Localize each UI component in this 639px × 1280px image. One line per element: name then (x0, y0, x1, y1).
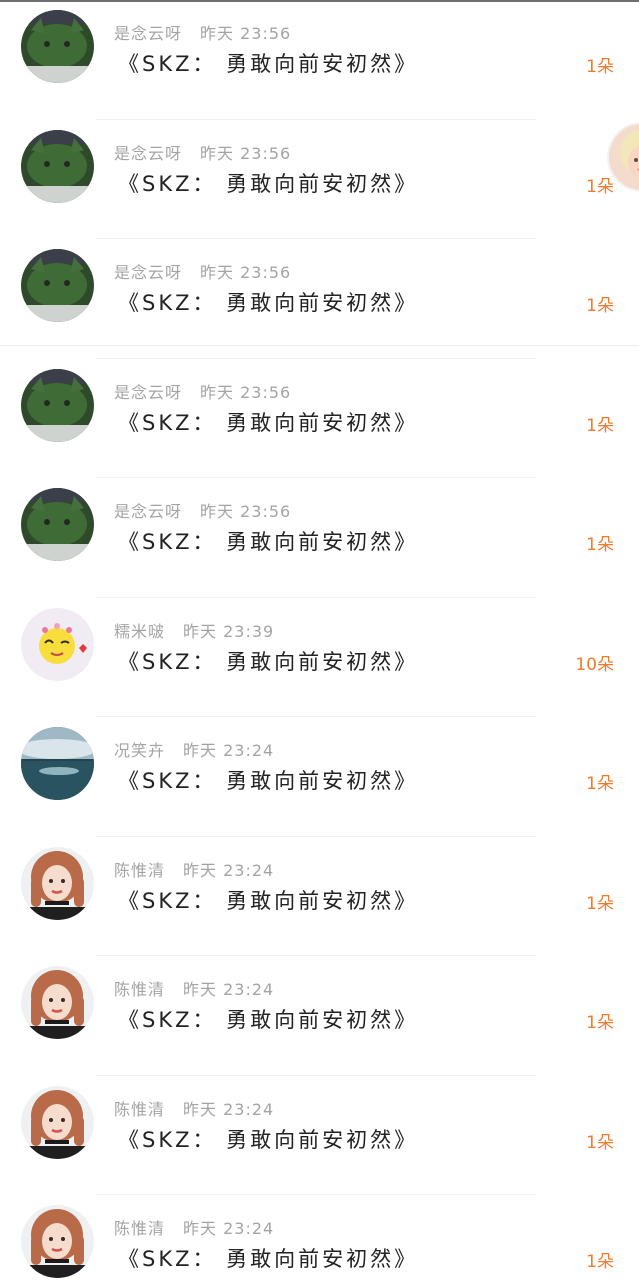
timestamp: 昨天 23:24 (183, 1219, 275, 1238)
gift-count: 1朵 (586, 415, 614, 436)
username[interactable]: 是念云呀 (114, 144, 182, 163)
message-meta: 陈惟清 昨天 23:24 (114, 1096, 274, 1120)
message-meta: 是念云呀 昨天 23:56 (114, 259, 291, 283)
wink-emoji-avatar-icon (21, 607, 94, 681)
gift-message-list[interactable]: 是念云呀 昨天 23:56 《SKZ： 勇敢向前安初然》 1朵 是念云呀 昨天 23… (0, 0, 639, 1280)
gift-count: 10朵 (575, 654, 614, 675)
avatar[interactable] (21, 129, 94, 203)
message-meta: 是念云呀 昨天 23:56 (114, 140, 291, 164)
message-text: 《SKZ： 勇敢向前安初然》 (118, 1127, 419, 1152)
green-cat-avatar-icon (21, 488, 94, 561)
avatar[interactable] (21, 488, 94, 561)
gift-count: 1朵 (586, 296, 614, 316)
username[interactable]: 是念云呀 (114, 24, 182, 43)
green-cat-avatar-icon (21, 10, 94, 83)
section-divider (0, 345, 639, 346)
username[interactable]: 是念云呀 (114, 263, 182, 282)
message-meta: 糯米啵 昨天 23:39 (114, 618, 274, 642)
timestamp: 昨天 23:24 (183, 860, 275, 880)
gift-count: 1朵 (586, 1132, 614, 1153)
gift-count: 1朵 (586, 774, 614, 794)
green-cat-avatar-icon (21, 249, 94, 322)
avatar[interactable] (21, 10, 94, 83)
message-text: 《SKZ： 勇敢向前安初然》 (118, 291, 419, 315)
avatar[interactable] (21, 966, 94, 1039)
message-text: 《SKZ： 勇敢向前安初然》 (118, 410, 419, 435)
username[interactable]: 是念云呀 (114, 502, 182, 521)
list-item[interactable]: 况笑卉 昨天 23:24 《SKZ： 勇敢向前安初然》 1朵 (0, 717, 639, 837)
list-item[interactable]: 糯米啵 昨天 23:39 《SKZ： 勇敢向前安初然》 10朵 (0, 598, 639, 717)
page: 是念云呀 昨天 23:56 《SKZ： 勇敢向前安初然》 1朵 是念云呀 昨天 23… (0, 0, 639, 1280)
message-meta: 是念云呀 昨天 23:56 (114, 20, 291, 44)
gift-count: 1朵 (586, 535, 614, 555)
list-item[interactable]: 陈惟清 昨天 23:24 《SKZ： 勇敢向前安初然》 1朵 (0, 1195, 639, 1280)
timestamp: 昨天 23:56 (200, 263, 292, 282)
girl-avatar-icon (21, 846, 94, 920)
girl-avatar-icon (21, 966, 94, 1039)
timestamp: 昨天 23:24 (183, 1099, 275, 1119)
username[interactable]: 陈惟清 (114, 1100, 165, 1119)
message-text: 《SKZ： 勇敢向前安初然》 (118, 52, 419, 76)
message-meta: 是念云呀 昨天 23:56 (114, 379, 291, 403)
username[interactable]: 糯米啵 (114, 622, 165, 641)
list-item[interactable]: 是念云呀 昨天 23:56 《SKZ： 勇敢向前安初然》 1朵 (0, 120, 639, 239)
username[interactable]: 陈惟清 (114, 1219, 165, 1238)
timestamp: 昨天 23:24 (183, 741, 275, 760)
timestamp: 昨天 23:24 (183, 980, 275, 999)
list-item[interactable]: 陈惟清 昨天 23:24 《SKZ： 勇敢向前安初然》 1朵 (0, 1076, 639, 1195)
message-text: 《SKZ： 勇敢向前安初然》 (118, 530, 419, 554)
gift-count: 1朵 (586, 1252, 614, 1272)
avatar[interactable] (21, 249, 94, 322)
timestamp: 昨天 23:56 (200, 382, 292, 402)
green-cat-avatar-icon (21, 129, 94, 203)
username[interactable]: 陈惟清 (114, 980, 165, 999)
username[interactable]: 况笑卉 (114, 741, 165, 760)
message-meta: 陈惟清 昨天 23:24 (114, 976, 274, 1000)
gift-count: 1朵 (586, 176, 614, 197)
timestamp: 昨天 23:56 (200, 502, 292, 521)
timestamp: 昨天 23:39 (183, 621, 275, 641)
message-text: 《SKZ： 勇敢向前安初然》 (118, 1247, 419, 1271)
message-meta: 陈惟清 昨天 23:24 (114, 1215, 274, 1239)
message-text: 《SKZ： 勇敢向前安初然》 (118, 649, 419, 674)
list-item[interactable]: 是念云呀 昨天 23:56 《SKZ： 勇敢向前安初然》 1朵 (0, 0, 639, 120)
gift-count: 1朵 (586, 1013, 614, 1033)
list-item[interactable]: 是念云呀 昨天 23:56 《SKZ： 勇敢向前安初然》 1朵 (0, 359, 639, 478)
girl-avatar-icon (21, 1205, 94, 1278)
avatar[interactable] (21, 368, 94, 442)
username[interactable]: 是念云呀 (114, 383, 182, 402)
list-item[interactable]: 陈惟清 昨天 23:24 《SKZ： 勇敢向前安初然》 1朵 (0, 956, 639, 1076)
list-item[interactable]: 陈惟清 昨天 23:24 《SKZ： 勇敢向前安初然》 1朵 (0, 837, 639, 956)
gift-count: 1朵 (586, 57, 614, 77)
gift-count: 1朵 (586, 893, 614, 914)
avatar[interactable] (21, 846, 94, 920)
message-meta: 陈惟清 昨天 23:24 (114, 857, 274, 881)
list-item[interactable]: 是念云呀 昨天 23:56 《SKZ： 勇敢向前安初然》 1朵 (0, 239, 639, 359)
girl-avatar-icon (21, 1085, 94, 1159)
username[interactable]: 陈惟清 (114, 861, 165, 880)
avatar[interactable] (21, 607, 94, 681)
message-text: 《SKZ： 勇敢向前安初然》 (118, 769, 419, 793)
message-text: 《SKZ： 勇敢向前安初然》 (118, 1008, 419, 1032)
message-text: 《SKZ： 勇敢向前安初然》 (118, 171, 419, 196)
avatar[interactable] (21, 1205, 94, 1278)
avatar[interactable] (21, 1085, 94, 1159)
message-meta: 况笑卉 昨天 23:24 (114, 737, 274, 761)
ocean-avatar-icon (21, 727, 94, 800)
timestamp: 昨天 23:56 (200, 24, 292, 43)
message-meta: 是念云呀 昨天 23:56 (114, 498, 291, 522)
timestamp: 昨天 23:56 (200, 143, 292, 163)
avatar[interactable] (21, 727, 94, 800)
list-item[interactable]: 是念云呀 昨天 23:56 《SKZ： 勇敢向前安初然》 1朵 (0, 478, 639, 598)
message-text: 《SKZ： 勇敢向前安初然》 (118, 888, 419, 913)
green-cat-avatar-icon (21, 368, 94, 442)
